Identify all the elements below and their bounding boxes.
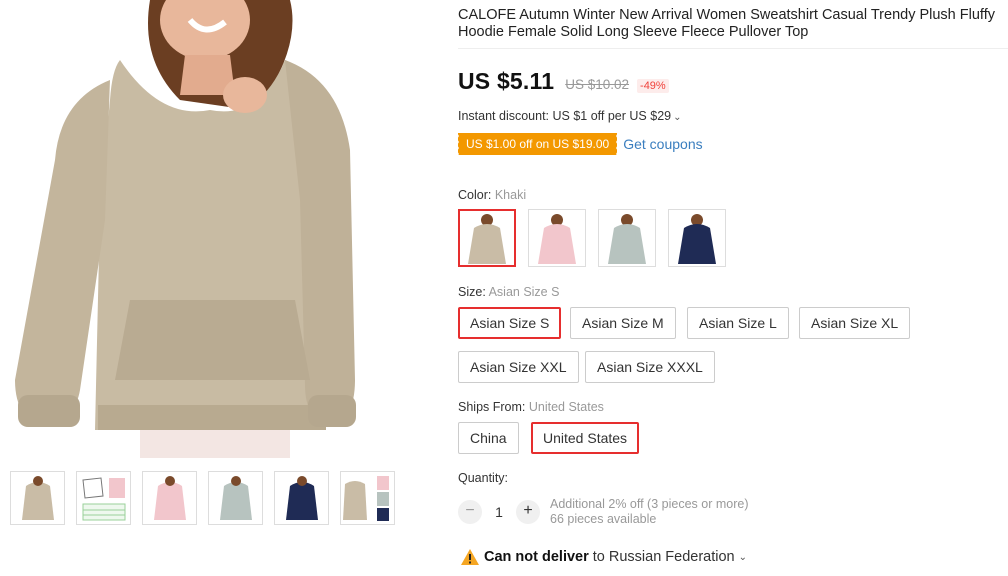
color-label-text: Color:: [458, 188, 495, 202]
quantity-info: Additional 2% off (3 pieces or more) 66 …: [550, 497, 748, 527]
product-title: CALOFE Autumn Winter New Arrival Women S…: [458, 7, 995, 40]
color-swatches: [458, 209, 726, 267]
quantity-input[interactable]: 1: [482, 504, 516, 520]
hoodie-model-illustration: [15, 0, 356, 458]
ships-from-united-states[interactable]: United States: [531, 422, 640, 454]
size-option-s[interactable]: Asian Size S: [458, 307, 562, 339]
main-product-image[interactable]: [0, 0, 440, 458]
get-coupons-link[interactable]: Get coupons: [623, 136, 702, 152]
ships-from-label-text: Ships From:: [458, 400, 529, 414]
discount-badge: -49%: [637, 79, 669, 93]
size-option-m[interactable]: Asian Size M: [570, 307, 676, 339]
color-swatch-pink[interactable]: [528, 209, 586, 267]
thumbnail-all-colors[interactable]: [340, 471, 395, 525]
instant-discount-toggle[interactable]: Instant discount: US $1 off per US $29 ⌄: [458, 109, 681, 123]
quantity-minus-button[interactable]: −: [458, 500, 482, 524]
thumbnail-navy[interactable]: [274, 471, 329, 525]
coupon-badge: US $1.00 off on US $19.00: [456, 133, 618, 155]
color-swatch-khaki[interactable]: [458, 209, 516, 267]
coupon-row: US $1.00 off on US $19.00 Get coupons: [456, 133, 703, 155]
color-swatch-grey[interactable]: [598, 209, 656, 267]
size-option-xl[interactable]: Asian Size XL: [799, 307, 911, 339]
product-info-panel: CALOFE Autumn Winter New Arrival Women S…: [456, 0, 1008, 576]
size-label-text: Size:: [458, 285, 489, 299]
ships-from-label: Ships From: United States: [458, 400, 604, 414]
size-option-xxl[interactable]: Asian Size XXL: [458, 351, 579, 383]
size-selected-value: Asian Size S: [488, 285, 560, 299]
divider: [458, 48, 1008, 49]
delivery-status-text: Can not deliver: [484, 549, 589, 565]
bulk-discount-note: Additional 2% off (3 pieces or more): [550, 497, 749, 511]
size-label: Size: Asian Size S: [458, 285, 559, 299]
thumbnail-size-chart[interactable]: [76, 471, 131, 525]
chevron-down-icon: ⌄: [673, 112, 682, 123]
ships-from-selected-value: United States: [528, 400, 604, 414]
size-option-l[interactable]: Asian Size L: [687, 307, 789, 339]
thumbnail-pink[interactable]: [142, 471, 197, 525]
quantity-stepper: − 1 + Additional 2% off (3 pieces or mor…: [458, 497, 748, 527]
original-price: US $10.02: [565, 77, 630, 92]
instant-discount-text: Instant discount: US $1 off per US $29: [458, 109, 672, 123]
color-swatch-navy[interactable]: [668, 209, 726, 267]
current-price: US $5.11: [458, 68, 555, 94]
warning-icon: [461, 549, 479, 565]
product-gallery: [0, 0, 440, 576]
quantity-plus-button[interactable]: +: [516, 500, 540, 524]
thumbnail-grey[interactable]: [208, 471, 263, 525]
thumbnail-khaki[interactable]: [10, 471, 65, 525]
price-row: US $5.11 US $10.02 -49%: [458, 68, 669, 95]
color-label: Color: Khaki: [458, 188, 526, 202]
color-selected-value: Khaki: [494, 188, 527, 202]
size-option-xxxl[interactable]: Asian Size XXXL: [585, 351, 715, 383]
thumbnail-strip: [10, 471, 395, 525]
delivery-destination: to Russian Federation: [592, 549, 735, 565]
chevron-down-icon: ⌄: [738, 551, 747, 563]
ships-from-china[interactable]: China: [458, 422, 519, 454]
delivery-status[interactable]: Can not deliver to Russian Federation ⌄: [460, 548, 747, 566]
stock-available: 66 pieces available: [550, 512, 657, 526]
quantity-label: Quantity:: [458, 471, 509, 485]
